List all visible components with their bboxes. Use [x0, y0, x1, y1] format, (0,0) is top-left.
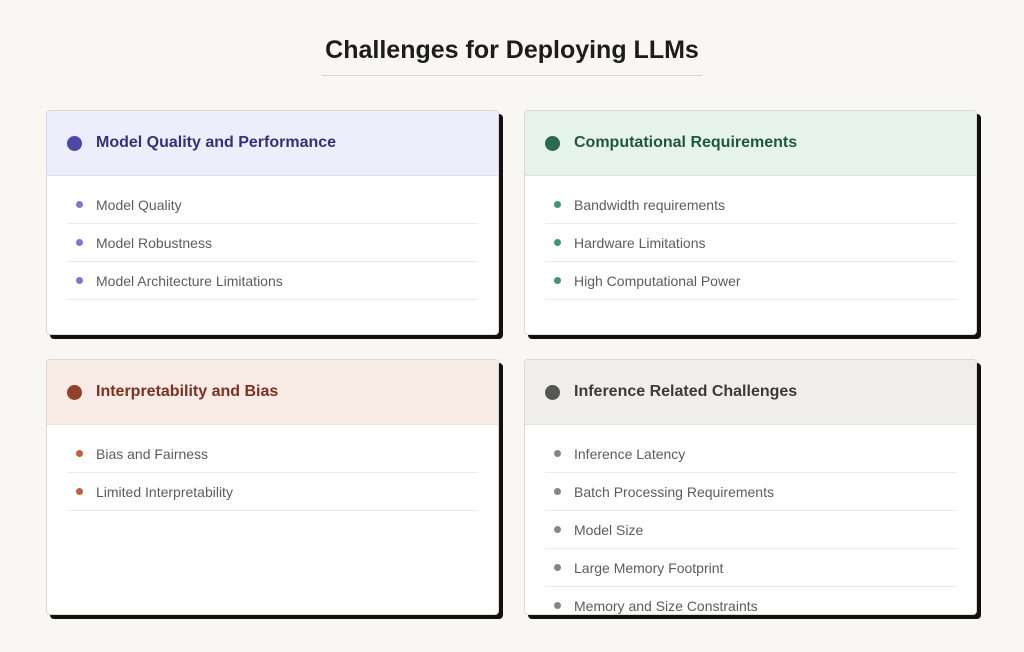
bullet-icon [554, 526, 561, 533]
category-dot-icon [67, 135, 82, 151]
title-underline [322, 75, 702, 76]
list-item: Model Architecture Limitations [67, 262, 478, 300]
bullet-icon [76, 488, 83, 495]
card-header: Inference Related Challenges [525, 360, 976, 425]
card-header: Computational Requirements [525, 111, 976, 176]
item-list: Model Quality Model Robustness Model Arc… [47, 176, 498, 300]
item-label: Model Size [574, 521, 644, 538]
list-item: Model Robustness [67, 224, 478, 262]
item-list: Bias and Fairness Limited Interpretabili… [47, 425, 498, 511]
card-computational-requirements: Computational Requirements Bandwidth req… [524, 110, 977, 335]
item-label: Memory and Size Constraints [574, 597, 758, 614]
bullet-icon [76, 201, 83, 208]
bullet-icon [554, 277, 561, 284]
card-header: Interpretability and Bias [47, 360, 498, 425]
card-model-quality: Model Quality and Performance Model Qual… [46, 110, 499, 335]
item-label: Bias and Fairness [96, 445, 209, 462]
list-item: Inference Latency [545, 435, 956, 473]
bullet-icon [76, 239, 83, 246]
bullet-icon [554, 488, 561, 495]
list-item: Memory and Size Constraints [545, 587, 956, 614]
list-item: Bias and Fairness [67, 435, 478, 473]
page-title: Challenges for Deploying LLMs [325, 36, 699, 64]
item-label: Hardware Limitations [574, 234, 706, 251]
item-label: Limited Interpretability [96, 483, 233, 500]
card-title: Inference Related Challenges [574, 383, 798, 400]
card-title: Computational Requirements [574, 134, 798, 151]
item-label: Large Memory Footprint [574, 559, 724, 576]
category-dot-icon [545, 384, 560, 400]
bullet-icon [554, 602, 561, 609]
item-label: Inference Latency [574, 445, 686, 462]
card-header: Model Quality and Performance [47, 111, 498, 176]
list-item: Large Memory Footprint [545, 549, 956, 587]
bullet-icon [554, 201, 561, 208]
bullet-icon [76, 277, 83, 284]
item-label: Model Architecture Limitations [96, 272, 283, 289]
card-title: Model Quality and Performance [96, 134, 337, 151]
card-title: Interpretability and Bias [96, 383, 279, 400]
list-item: Hardware Limitations [545, 224, 956, 262]
list-item: Model Quality [67, 186, 478, 224]
item-label: Model Quality [96, 196, 182, 213]
list-item: Batch Processing Requirements [545, 473, 956, 511]
list-item: High Computational Power [545, 262, 956, 300]
item-label: Bandwidth requirements [574, 196, 725, 213]
bullet-icon [76, 450, 83, 457]
item-label: Batch Processing Requirements [574, 483, 774, 500]
bullet-icon [554, 239, 561, 246]
list-item: Model Size [545, 511, 956, 549]
item-label: Model Robustness [96, 234, 212, 251]
bullet-icon [554, 564, 561, 571]
list-item: Limited Interpretability [67, 473, 478, 511]
card-interpretability-bias: Interpretability and Bias Bias and Fairn… [46, 359, 499, 615]
category-dot-icon [545, 135, 560, 151]
item-list: Inference Latency Batch Processing Requi… [525, 425, 976, 614]
item-label: High Computational Power [574, 272, 741, 289]
list-item: Bandwidth requirements [545, 186, 956, 224]
bullet-icon [554, 450, 561, 457]
category-dot-icon [67, 384, 82, 400]
card-inference-challenges: Inference Related Challenges Inference L… [524, 359, 977, 615]
item-list: Bandwidth requirements Hardware Limitati… [525, 176, 976, 300]
